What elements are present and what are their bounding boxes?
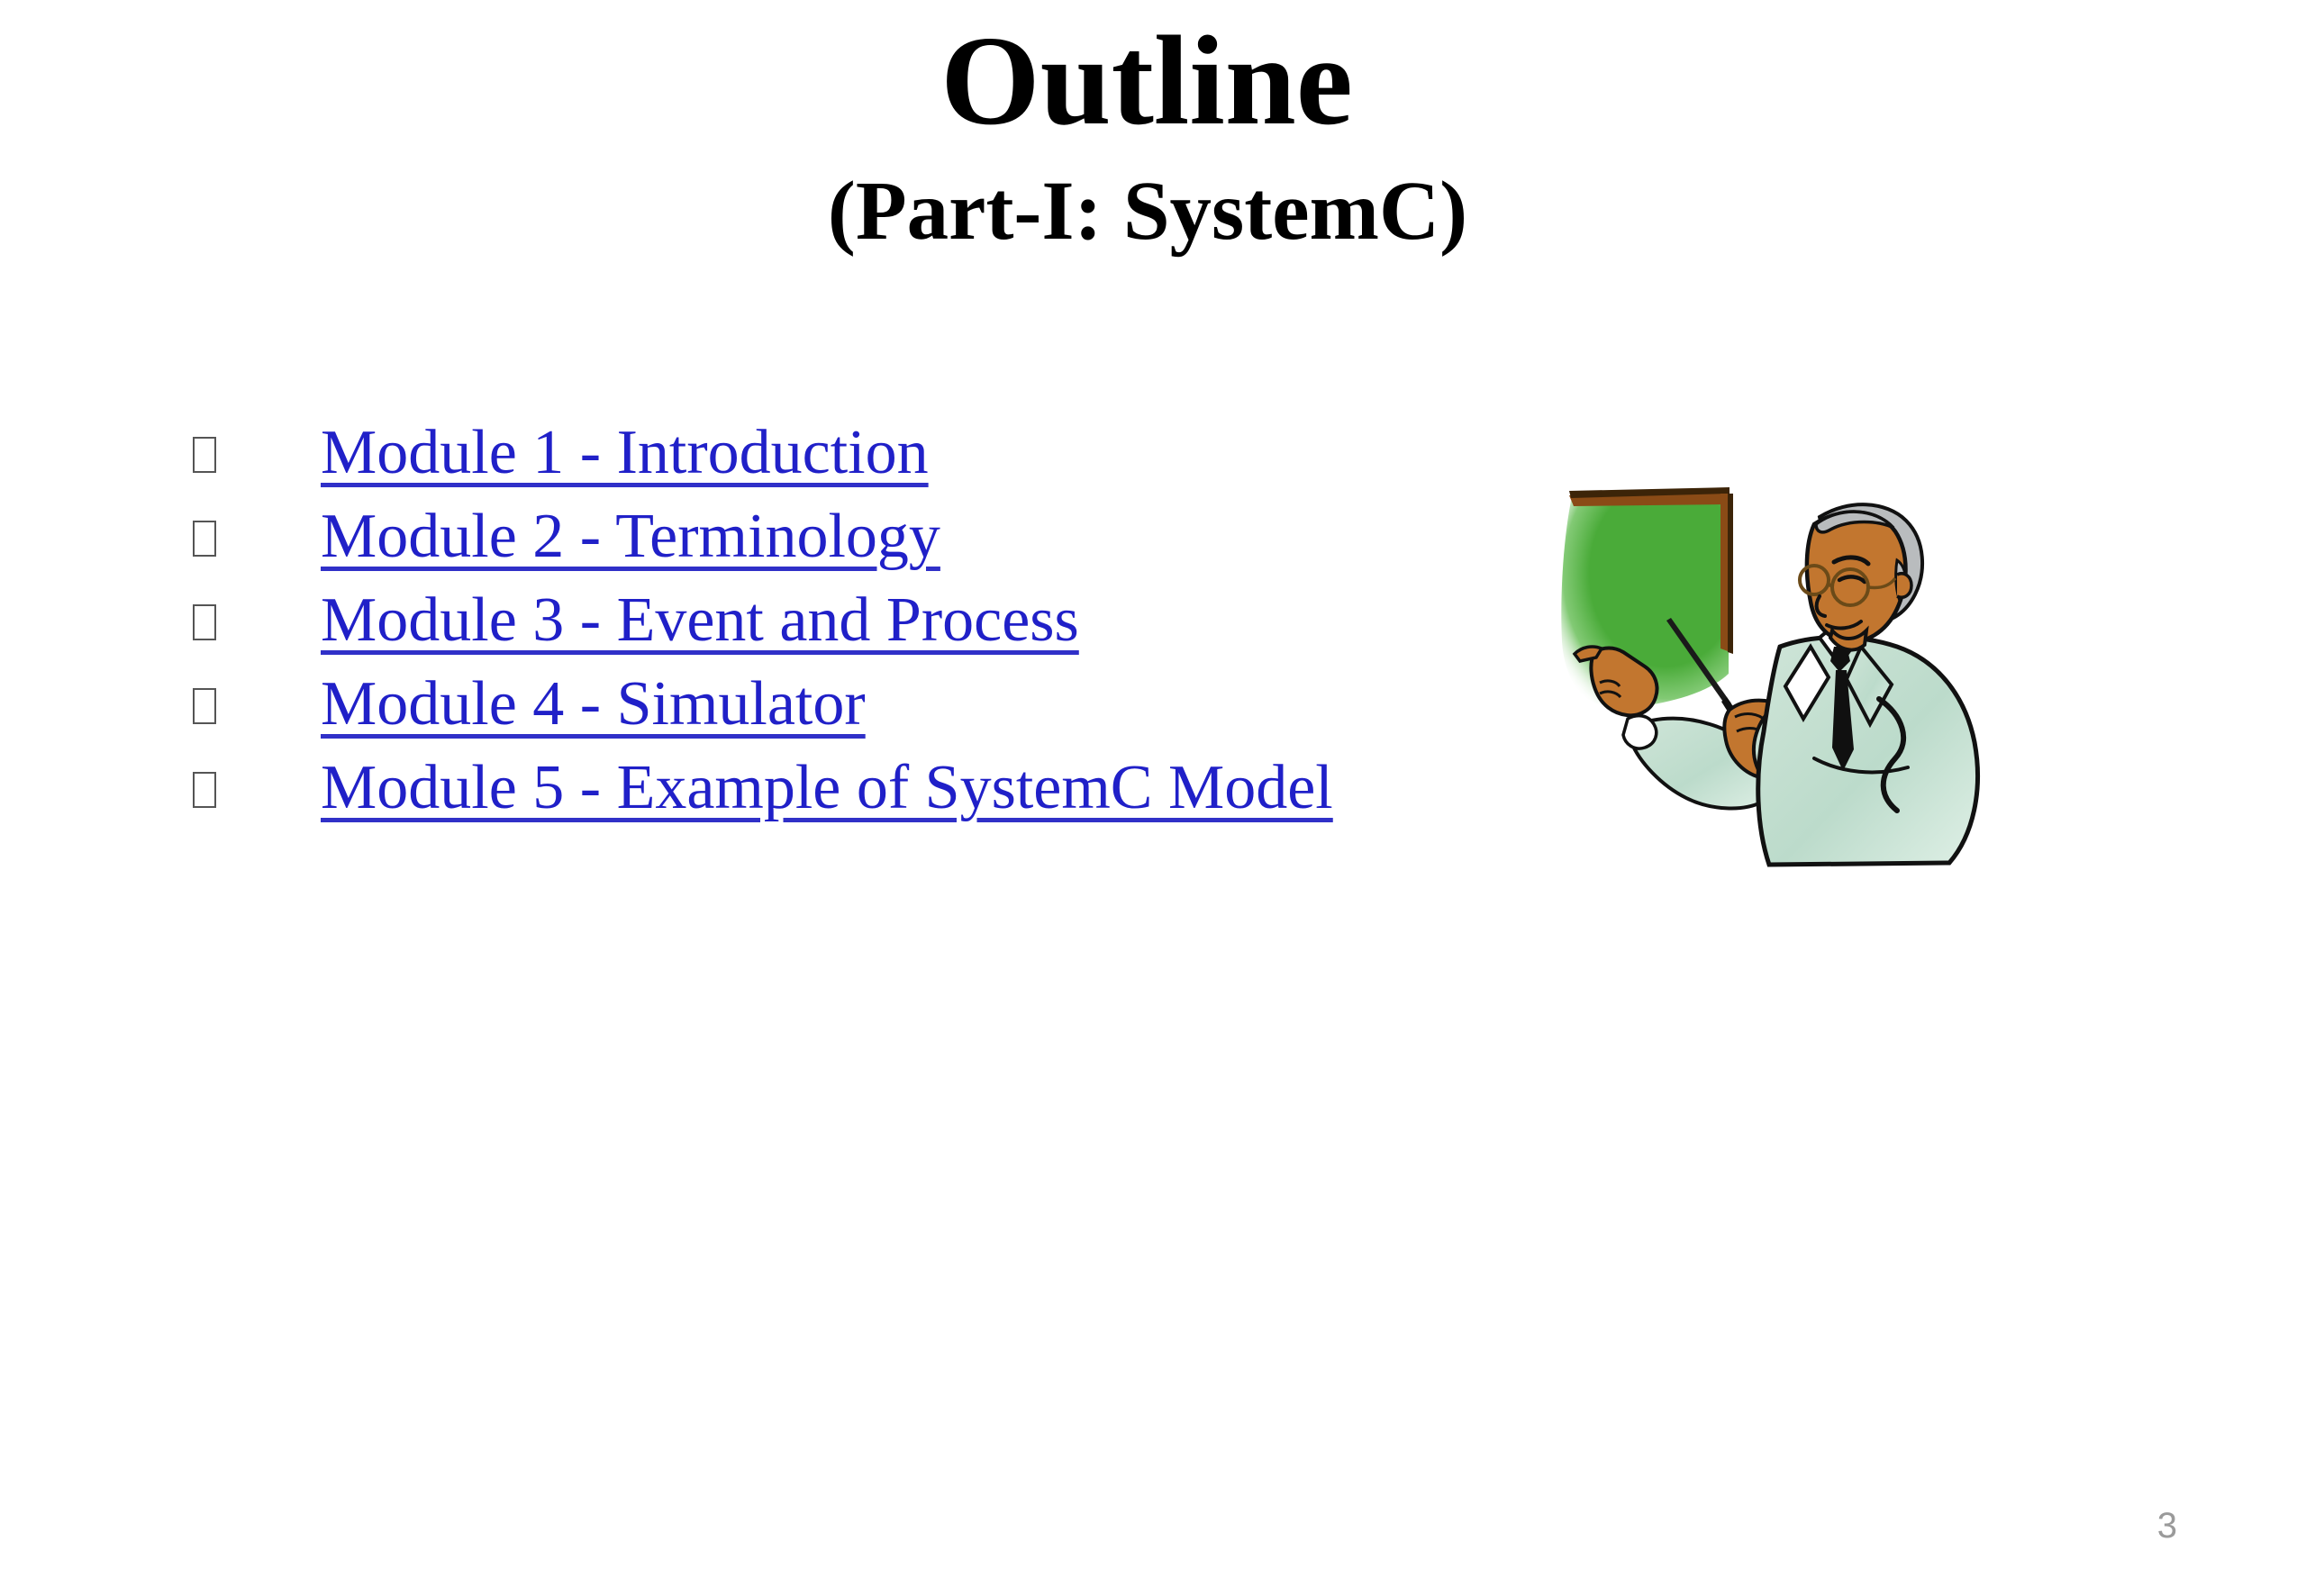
list-item: Module 3 - Event and Process	[193, 589, 1499, 673]
presenter-clipart-svg	[1561, 487, 1981, 867]
slide-canvas: Outline (Part-I: SystemC) Module 1 - Int…	[0, 0, 2306, 1596]
outline-link-module-5[interactable]: Module 5 - Example of SystemC Model	[321, 757, 1333, 820]
suit-body-group	[1756, 627, 1981, 867]
page-subtitle: (Part-I: SystemC)	[827, 165, 1468, 258]
bullet-box-icon	[193, 604, 216, 640]
bullet-box-icon	[193, 521, 216, 557]
outline-list: Module 1 - Introduction Module 2 - Termi…	[193, 422, 1499, 840]
outline-link-module-4[interactable]: Module 4 - Simulator	[321, 673, 866, 736]
page-number: 3	[2156, 1506, 2177, 1546]
list-item: Module 2 - Terminology	[193, 505, 1499, 589]
page-title: Outline	[940, 9, 1353, 151]
presenter-head-group	[1798, 503, 1924, 652]
outline-link-module-1[interactable]: Module 1 - Introduction	[321, 422, 929, 485]
list-item: Module 5 - Example of SystemC Model	[193, 757, 1499, 840]
bullet-box-icon	[193, 772, 216, 808]
list-item: Module 1 - Introduction	[193, 422, 1499, 505]
list-item: Module 4 - Simulator	[193, 673, 1499, 757]
title-block: Outline (Part-I: SystemC)	[0, 16, 2306, 253]
outline-link-module-2[interactable]: Module 2 - Terminology	[321, 505, 940, 568]
bullet-box-icon	[193, 688, 216, 724]
outline-link-module-3[interactable]: Module 3 - Event and Process	[321, 589, 1079, 652]
bullet-box-icon	[193, 437, 216, 473]
presenter-at-chalkboard-image	[1544, 461, 1994, 875]
